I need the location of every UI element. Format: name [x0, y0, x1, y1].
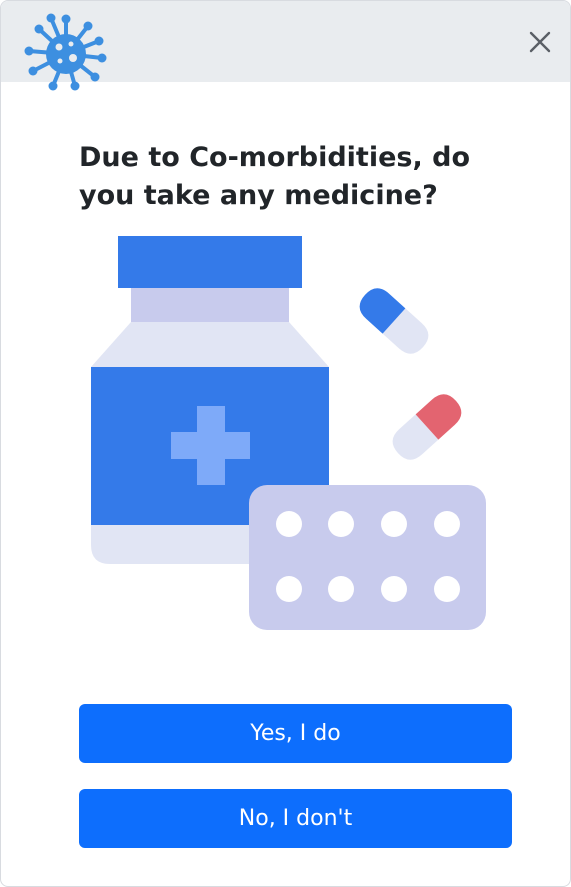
bottle-cap	[118, 236, 302, 288]
medicine-illustration	[91, 236, 486, 630]
question-dialog: Due to Co-morbidities, do you take any m…	[0, 0, 571, 887]
question-text: Due to Co-morbidities, do you take any m…	[79, 142, 471, 211]
no-button[interactable]: No, I don't	[79, 789, 512, 848]
bottle-neck	[131, 288, 289, 322]
virus-icon	[24, 13, 107, 91]
close-button[interactable]	[521, 23, 559, 61]
close-icon	[529, 31, 551, 53]
capsule-blue	[359, 288, 429, 354]
yes-button[interactable]: Yes, I do	[79, 704, 512, 763]
bottle-shoulder	[91, 322, 329, 367]
capsule-red	[392, 394, 462, 460]
blister-pack	[249, 485, 486, 630]
dialog-header	[1, 1, 570, 91]
